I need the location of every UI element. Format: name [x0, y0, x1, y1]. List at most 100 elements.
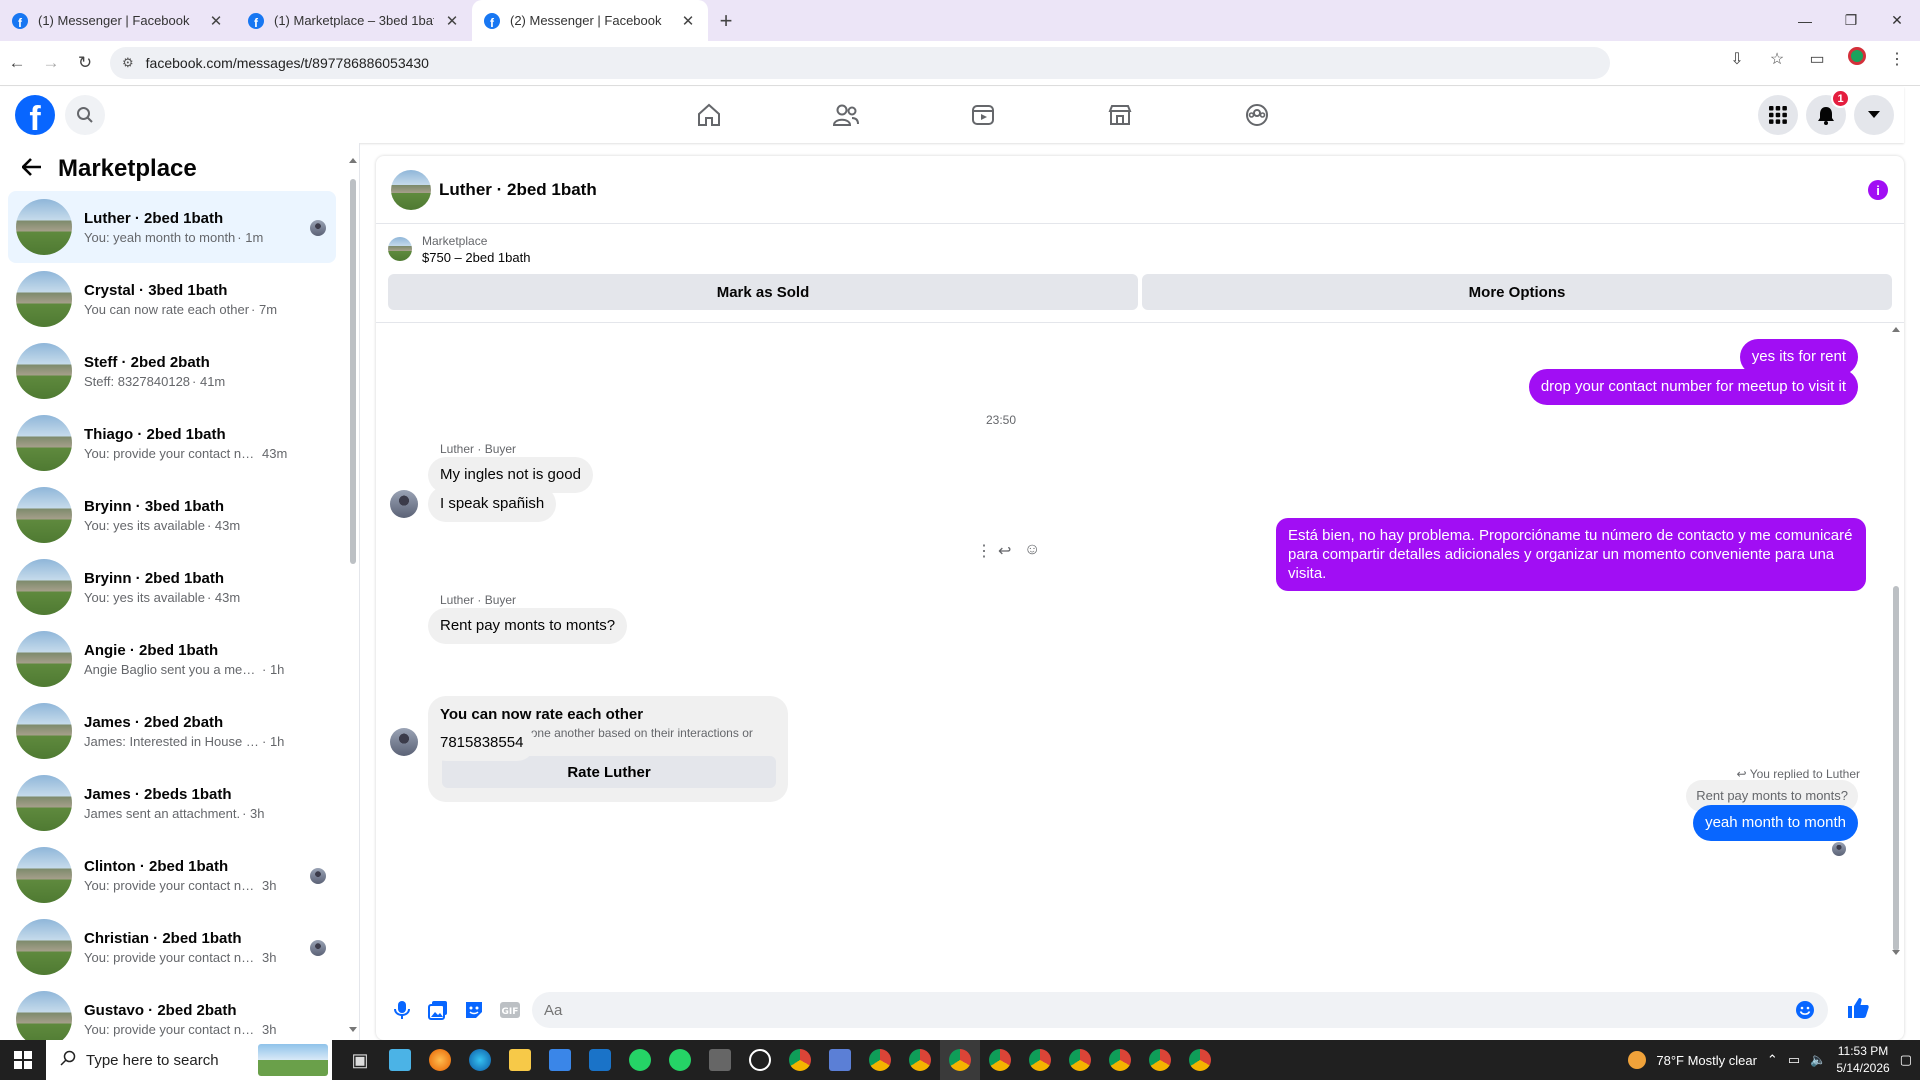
browser-tab-2[interactable]: f (1) Marketplace – 3bed 1bath | ✕: [236, 0, 472, 41]
outlook-app-icon[interactable]: [580, 1040, 620, 1080]
conversation-item[interactable]: Bryinn · 3bed 1bath You: yes its availabl…: [8, 479, 336, 551]
forward-icon[interactable]: →: [34, 46, 68, 80]
file-explorer-app-icon[interactable]: [500, 1040, 540, 1080]
install-app-icon[interactable]: ⇩: [1724, 49, 1750, 69]
listing-banner[interactable]: Marketplace $750 – 2bed 1bath: [376, 224, 1904, 274]
conversation-item[interactable]: Angie · 2bed 1bath Angie Baglio sent you …: [8, 623, 336, 695]
chatgpt-app-icon[interactable]: [740, 1040, 780, 1080]
conversation-item[interactable]: James · 2bed 2bath James: Interested in H…: [8, 695, 336, 767]
reload-icon[interactable]: ↻: [68, 46, 102, 80]
notification-center-icon[interactable]: ▢: [1900, 1052, 1912, 1068]
marketplace-icon[interactable]: [1051, 87, 1188, 143]
more-actions-icon[interactable]: ⋮: [976, 541, 992, 561]
conversation-item[interactable]: James · 2beds 1bath James sent an attachm…: [8, 767, 336, 839]
browser-tab-1[interactable]: f (1) Messenger | Facebook ✕: [0, 0, 236, 41]
close-window-icon[interactable]: ✕: [1874, 0, 1920, 41]
chrome-app-icon[interactable]: [1140, 1040, 1180, 1080]
microphone-icon[interactable]: [384, 992, 420, 1028]
conversation-item[interactable]: Luther · 2bed 1bath You: yeah month to mo…: [8, 191, 336, 263]
network-icon[interactable]: ▭: [1788, 1052, 1800, 1068]
whatsapp-business-app-icon[interactable]: [620, 1040, 660, 1080]
facebook-logo-icon[interactable]: f: [15, 95, 55, 135]
chat-title[interactable]: Luther · 2bed 1bath: [439, 180, 597, 200]
back-icon[interactable]: ←: [0, 46, 34, 80]
chat-scrollbar[interactable]: [1892, 326, 1900, 956]
more-options-button[interactable]: More Options: [1142, 274, 1892, 310]
sender-avatar[interactable]: [390, 490, 418, 518]
photo-icon[interactable]: [420, 992, 456, 1028]
browser-tab-3[interactable]: f (2) Messenger | Facebook ✕: [472, 0, 708, 41]
conversation-item[interactable]: Thiago · 2bed 1bath You: provide your con…: [8, 407, 336, 479]
chrome-app-icon[interactable]: [940, 1040, 980, 1080]
conversation-item[interactable]: Christian · 2bed 1bath You: provide your …: [8, 911, 336, 983]
windows-start-icon[interactable]: [0, 1040, 46, 1080]
app-icon[interactable]: [820, 1040, 860, 1080]
profile-icon[interactable]: [1844, 47, 1870, 70]
tray-chevron-icon[interactable]: ⌃: [1767, 1052, 1778, 1068]
chrome-app-icon[interactable]: [1060, 1040, 1100, 1080]
friends-icon[interactable]: [777, 87, 914, 143]
groups-icon[interactable]: [1188, 87, 1325, 143]
chrome-app-icon[interactable]: [1180, 1040, 1220, 1080]
tab-search-icon[interactable]: ▭: [1804, 49, 1830, 69]
search-icon[interactable]: [65, 95, 105, 135]
conversation-item[interactable]: Gustavo · 2bed 2bath You: provide your co…: [8, 983, 336, 1040]
conversation-item[interactable]: Bryinn · 2bed 1bath You: yes its availabl…: [8, 551, 336, 623]
chrome-app-icon[interactable]: [1020, 1040, 1060, 1080]
task-view-icon[interactable]: ▣: [340, 1040, 380, 1080]
mark-as-sold-button[interactable]: Mark as Sold: [388, 274, 1138, 310]
info-icon[interactable]: i: [1868, 180, 1888, 200]
chat-avatar[interactable]: [391, 169, 431, 210]
sticker-icon[interactable]: [456, 992, 492, 1028]
gif-icon[interactable]: GIF: [492, 992, 528, 1028]
notifications-bell-icon[interactable]: 1: [1806, 89, 1850, 135]
weather-icon[interactable]: [1628, 1051, 1647, 1069]
firefox-app-icon[interactable]: [420, 1040, 460, 1080]
sidebar-scrollbar[interactable]: [349, 157, 357, 1033]
new-tab-button[interactable]: +: [708, 0, 744, 41]
video-icon[interactable]: [914, 87, 1051, 143]
close-tab-icon[interactable]: ✕: [444, 12, 460, 30]
edge-app-icon[interactable]: [460, 1040, 500, 1080]
sender-avatar[interactable]: [390, 728, 418, 756]
minimize-icon[interactable]: —: [1782, 0, 1828, 41]
volume-icon[interactable]: 🔈: [1810, 1052, 1826, 1068]
chrome-app-icon[interactable]: [1100, 1040, 1140, 1080]
restore-icon[interactable]: ❐: [1828, 0, 1874, 41]
outgoing-message[interactable]: yeah month to month: [1693, 805, 1858, 841]
chrome-app-icon[interactable]: [900, 1040, 940, 1080]
incoming-message[interactable]: Rent pay monts to monts?: [428, 608, 628, 644]
conversation-item[interactable]: Steff · 2bed 2bath Steff: 8327840128 · 41m: [8, 335, 336, 407]
weather-text[interactable]: 78°F Mostly clear: [1656, 1053, 1757, 1068]
chrome-app-icon[interactable]: [980, 1040, 1020, 1080]
incoming-message[interactable]: I speak spañish: [428, 486, 557, 522]
incoming-message[interactable]: 7815838554: [428, 725, 536, 761]
clock[interactable]: 11:53 PM 5/14/2026: [1836, 1043, 1889, 1077]
bookmark-star-icon[interactable]: ☆: [1764, 49, 1790, 69]
reply-icon[interactable]: ↩: [998, 541, 1011, 561]
store-app-icon[interactable]: [540, 1040, 580, 1080]
sidebar-scroll-thumb[interactable]: [350, 179, 356, 564]
taskbar-search[interactable]: Type here to search: [46, 1040, 332, 1080]
message-input[interactable]: [532, 992, 1828, 1028]
menu-grid-icon[interactable]: [1758, 95, 1798, 135]
conversation-item[interactable]: Crystal · 3bed 1bath You can now rate eac…: [8, 263, 336, 335]
close-tab-icon[interactable]: ✕: [208, 12, 224, 30]
outgoing-message-long[interactable]: Está bien, no hay problema. Proporciónam…: [1276, 518, 1866, 591]
chrome-app-icon[interactable]: [860, 1040, 900, 1080]
notepad-app-icon[interactable]: [380, 1040, 420, 1080]
url-field[interactable]: ⚙ facebook.com/messages/t/89778688605343…: [110, 47, 1610, 79]
calculator-app-icon[interactable]: [700, 1040, 740, 1080]
back-arrow-icon[interactable]: [21, 155, 42, 183]
chat-scroll-thumb[interactable]: [1893, 586, 1899, 951]
whatsapp-app-icon[interactable]: [660, 1040, 700, 1080]
home-icon[interactable]: [640, 87, 777, 143]
browser-menu-icon[interactable]: ⋮: [1884, 49, 1910, 69]
close-tab-icon[interactable]: ✕: [680, 12, 696, 30]
conversation-item[interactable]: Clinton · 2bed 1bath You: provide your co…: [8, 839, 336, 911]
chrome-app-icon[interactable]: [780, 1040, 820, 1080]
react-emoji-icon[interactable]: ☺: [1024, 541, 1040, 559]
outgoing-message[interactable]: drop your contact number for meetup to v…: [1528, 369, 1858, 405]
account-dropdown-icon[interactable]: [1854, 95, 1894, 135]
like-thumbs-up-icon[interactable]: [1846, 996, 1870, 1025]
